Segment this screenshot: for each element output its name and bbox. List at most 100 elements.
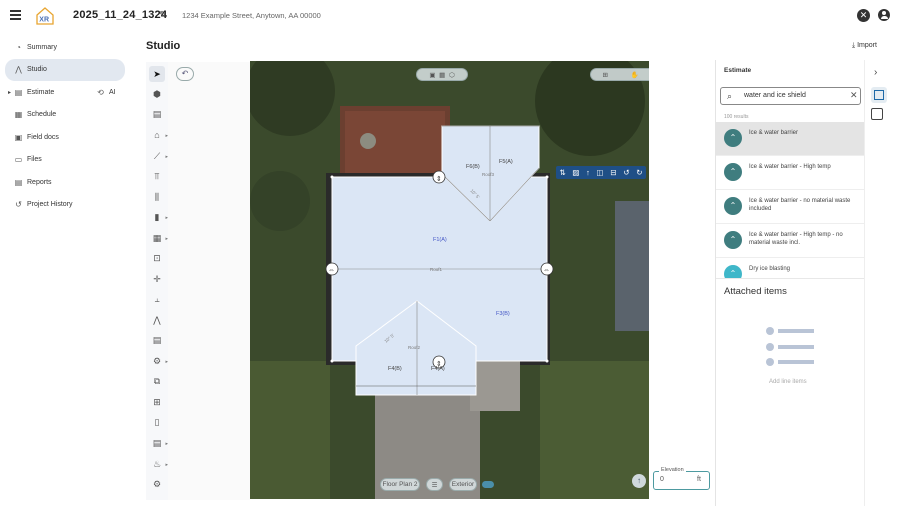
drawing-toolbar: ➤ ⬢ ▤ ⌂ ▸ ⟋ ▸ ⫪ ⫼ ▮ ▸ ▦ ▸ ⊡ ✛ ⫠ ⋀ ▤ ⚙ ▸ ⧉ ⊞ ▯… [146,62,168,500]
roof-label-roof2: Roof2 [408,345,421,350]
gallery-tab-icon[interactable] [871,108,883,120]
account-icon[interactable] [878,9,890,21]
canvas-area[interactable] [168,62,250,500]
pan-hand-icon[interactable]: ✋ [631,71,639,79]
sidebar-item-label: Summary [27,43,57,51]
gutter-tool-icon[interactable]: ⫠ [149,291,165,307]
ai-button[interactable]: ⟲ AI [96,87,115,97]
window-tool-icon[interactable]: ▦ ▸ [149,230,168,246]
svg-text:XR: XR [39,17,49,24]
exterior-label: Exterior [451,481,475,488]
search-icon: ⌕ [727,91,733,101]
sidebar-item-files[interactable]: ▭ Files [0,149,130,172]
select-pointer-icon[interactable]: ➤ [149,66,165,82]
hamburger-menu-icon[interactable] [10,10,21,20]
exterior-toggle[interactable]: Exterior [449,478,477,491]
exterior-switch[interactable] [482,481,494,488]
ai-sparkle-icon: ⟲ [97,87,104,97]
appliance-tool-icon[interactable]: ▤ ▸ [149,435,168,451]
sidebar-item-summary[interactable]: ◔ Summary [0,36,130,59]
attached-items-title: Attached items [724,286,787,297]
elevation-unit: ft [697,476,701,483]
result-item[interactable]: ⌃ Ice & water barrier - no material wast… [716,190,865,224]
edit-pencil-icon[interactable]: ✎ [159,10,167,21]
cabinet-tool-icon[interactable]: ▤ [149,332,165,348]
view-mode-toggle[interactable]: ▣ ▦ ⬡ [416,68,468,81]
fixtures-tool-icon[interactable]: ⚙ ▸ [149,353,168,369]
settings-tool-icon[interactable]: ⚙ [149,476,165,492]
3d-view-icon[interactable]: ⬡ [449,71,455,79]
upload-icon[interactable]: ↑ [632,474,646,488]
estimate-panel-title: Estimate [724,67,752,74]
result-avatar-icon: ⌃ [724,197,742,215]
top-bar: XR 2025_11_24_1324 ✎ 1234 Example Street… [0,0,900,32]
xr-tools-icon[interactable]: ✕ [857,9,870,22]
sidebar-item-field-docs[interactable]: ▣ Field docs [0,126,130,149]
sidebar-item-label: Studio [27,66,47,74]
collapse-chevron-icon[interactable]: › [874,67,877,78]
split-horizontal-icon[interactable]: ⊟ [610,168,616,177]
estimate-panel: Estimate ⌕ water and ice shield ✕ 100 re… [715,60,865,506]
sidebar-item-project-history[interactable]: ↺ Project History [0,194,130,217]
roof-sketch[interactable]: ⇔ ⇔ ⇕ ⇕ F1(A) F3(B) F4(B) F4(A) F5(A) F6… [250,61,649,499]
roof-label-f6: F6(B) [466,164,480,170]
import-button[interactable]: ⤓ Import [852,42,877,50]
undo-button[interactable]: ↶ [176,67,194,81]
flip-icon[interactable]: ⇅ [559,168,565,177]
app-logo[interactable]: XR [35,7,55,25]
result-avatar-icon: ⌃ [724,265,742,278]
floor-plan-selector[interactable]: Floor Plan 2 [380,478,420,491]
grid-tool-icon[interactable]: ⊞ [149,394,165,410]
sidebar-item-studio[interactable]: ⋀ Studio [5,58,125,81]
sidebar-item-schedule[interactable]: ▦ Schedule [0,104,130,127]
up-arrow-icon[interactable]: ↑ [586,168,590,177]
2d-view-icon[interactable]: ▣ [429,71,435,79]
clear-search-icon[interactable]: ✕ [850,90,858,101]
field-docs-icon: ▣ [14,132,23,142]
room-tool-icon[interactable]: ▤ [149,106,165,122]
result-item[interactable]: ⌃ Ice & water barrier - High temp - no m… [716,224,865,258]
import-icon: ⤓ [852,42,856,49]
search-value[interactable]: water and ice shield [744,92,806,99]
result-item[interactable]: ⌃ Dry ice blasting [716,258,865,278]
sidebar-item-label: Field docs [27,133,59,141]
sidebar-item-reports[interactable]: ▤ Reports [0,171,130,194]
search-input[interactable]: ⌕ water and ice shield ✕ [720,87,861,105]
floor-plan-label: Floor Plan 2 [382,481,418,488]
result-item[interactable]: ⌃ Ice & water barrier [716,122,865,156]
project-title: 2025_11_24_1324 [73,9,168,21]
measure-icon[interactable]: ⊞ [602,71,607,79]
split-vertical-icon[interactable]: ◫ [597,168,604,177]
elevation-value[interactable]: 0 [660,476,664,483]
result-item[interactable]: ⌃ Ice & water barrier - High temp [716,156,865,190]
ai-detect-icon[interactable]: ⬢ [149,86,165,102]
rotate-left-icon[interactable]: ↺ [623,168,629,177]
plumbing-tool-icon[interactable]: ♨ ▸ [149,456,168,472]
roof-label-f3: F3(B) [496,311,510,317]
roof-tool-icon[interactable]: ⋀ [149,312,165,328]
door-panel-icon[interactable]: ▯ [149,414,165,430]
map-tools: ⊞ ✋ ⊕ ⊖ [590,68,649,81]
elevation-view-icon[interactable]: ▦ [439,71,445,79]
stairs-tool-icon[interactable]: ⫪ [149,168,165,184]
aerial-map[interactable]: ⇔ ⇔ ⇕ ⇕ F1(A) F3(B) F4(B) F4(A) F5(A) F6… [250,61,649,499]
opening-tool-icon[interactable]: ⊡ [149,250,165,266]
copy-tool-icon[interactable]: ⧉ [149,373,165,389]
add-line-items-link[interactable]: Add line items [769,379,807,385]
door-tool-icon[interactable]: ▮ ▸ [149,209,168,225]
sidebar-item-estimate[interactable]: ▸ ▤ Estimate ⟲ AI [0,81,130,104]
rotate-right-icon[interactable]: ↻ [636,168,642,177]
layers-button[interactable]: ☰ [426,478,443,491]
right-rail: › [864,60,900,506]
railing-tool-icon[interactable]: ⫼ [149,189,165,205]
sidebar: ◔ Summary ⋀ Studio ▸ ▤ Estimate ⟲ AI ▦ S… [0,36,130,216]
estimate-tab-icon[interactable] [871,87,887,103]
line-tool-icon[interactable]: ⟋ ▸ [149,148,168,164]
house-tool-icon[interactable]: ⌂ ▸ [149,127,168,143]
point-tool-icon[interactable]: ✛ [149,271,165,287]
import-label: Import [857,42,877,49]
hatch-icon[interactable]: ▨ [572,168,579,177]
expand-caret-icon[interactable]: ▸ [8,89,11,96]
sidebar-item-label: Reports [27,178,52,186]
result-avatar-icon: ⌃ [724,163,742,181]
